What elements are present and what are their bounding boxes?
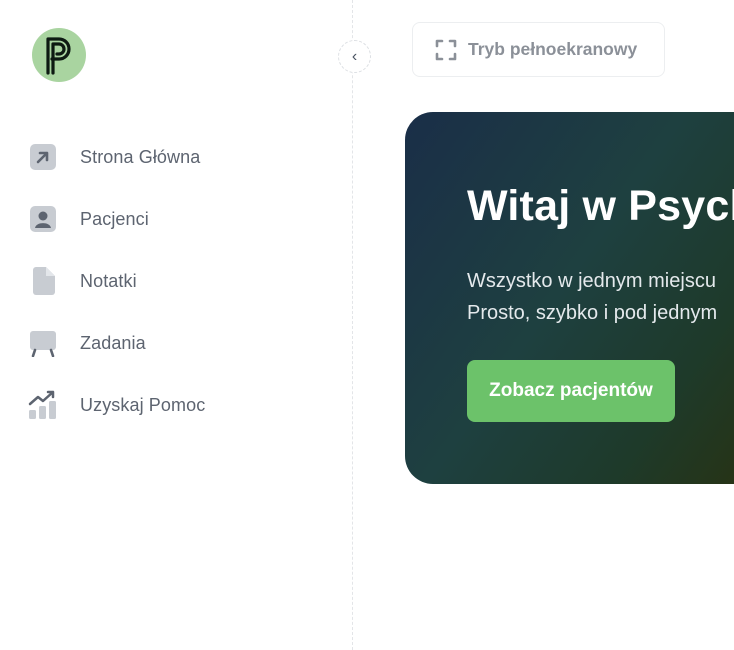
app-logo[interactable]: [32, 28, 86, 82]
sidebar-item-patients[interactable]: Pacjenci: [28, 200, 328, 238]
hero-title: Witaj w Psych: [467, 182, 734, 230]
fullscreen-label: Tryb pełnoekranowy: [468, 39, 638, 59]
chart-trend-icon: [28, 390, 58, 420]
sidebar-item-label: Strona Główna: [80, 146, 201, 167]
expand-icon: [435, 39, 457, 61]
document-icon: [28, 266, 58, 296]
app-root: Strona Główna Pacjenci Notatki Zadania U…: [0, 0, 734, 650]
sidebar-item-tasks[interactable]: Zadania: [28, 324, 328, 362]
board-icon: [28, 328, 58, 358]
sidebar-nav: Strona Główna Pacjenci Notatki Zadania U…: [28, 138, 328, 448]
fullscreen-button[interactable]: Tryb pełnoekranowy: [412, 22, 665, 77]
sidebar-item-notes[interactable]: Notatki: [28, 262, 328, 300]
sidebar-item-label: Pacjenci: [80, 208, 149, 229]
user-icon: [28, 204, 58, 234]
arrow-up-right-icon: [28, 142, 58, 172]
sidebar-item-label: Notatki: [80, 270, 137, 291]
sidebar-divider: [352, 0, 353, 650]
hero-subtitle-line-2: Prosto, szybko i pod jednym: [467, 302, 718, 324]
sidebar-item-help[interactable]: Uzyskaj Pomoc: [28, 386, 328, 424]
collapse-sidebar-button[interactable]: ‹: [338, 40, 371, 73]
welcome-hero-card: Witaj w Psych Wszystko w jednym miejscu …: [405, 112, 734, 484]
sidebar-item-label: Zadania: [80, 332, 146, 353]
hero-subtitle-line-1: Wszystko w jednym miejscu: [467, 270, 716, 292]
sidebar-item-home[interactable]: Strona Główna: [28, 138, 328, 176]
chevron-left-icon: ‹: [351, 47, 358, 65]
sidebar-item-label: Uzyskaj Pomoc: [80, 394, 206, 415]
logo-p-icon: [46, 37, 71, 75]
sidebar: Strona Główna Pacjenci Notatki Zadania U…: [0, 0, 353, 650]
view-patients-button[interactable]: Zobacz pacjentów: [467, 360, 675, 422]
